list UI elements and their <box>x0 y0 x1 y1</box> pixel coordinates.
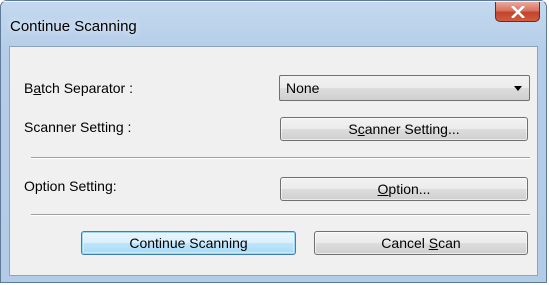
close-button[interactable] <box>495 2 540 22</box>
cancel-scan-button[interactable]: Cancel Scan <box>314 231 528 255</box>
dialog-body: Batch Separator : None Scanner Setting :… <box>9 46 538 276</box>
separator-line <box>31 214 530 216</box>
option-setting-label: Option Setting: <box>24 178 117 194</box>
batch-separator-label: Batch Separator : <box>24 80 133 96</box>
continue-scanning-button[interactable]: Continue Scanning <box>81 231 296 255</box>
batch-separator-select[interactable]: None <box>279 75 530 101</box>
scanner-setting-label: Scanner Setting : <box>24 119 132 135</box>
dialog-window: Continue Scanning Batch Separator : None… <box>0 0 547 283</box>
chevron-down-icon <box>514 86 522 91</box>
option-button[interactable]: Option... <box>280 177 528 201</box>
window-title: Continue Scanning <box>10 18 137 35</box>
close-icon <box>510 5 525 18</box>
batch-separator-value: None <box>286 80 320 96</box>
separator-line <box>31 157 530 159</box>
scanner-setting-button[interactable]: Scanner Setting... <box>280 117 528 141</box>
